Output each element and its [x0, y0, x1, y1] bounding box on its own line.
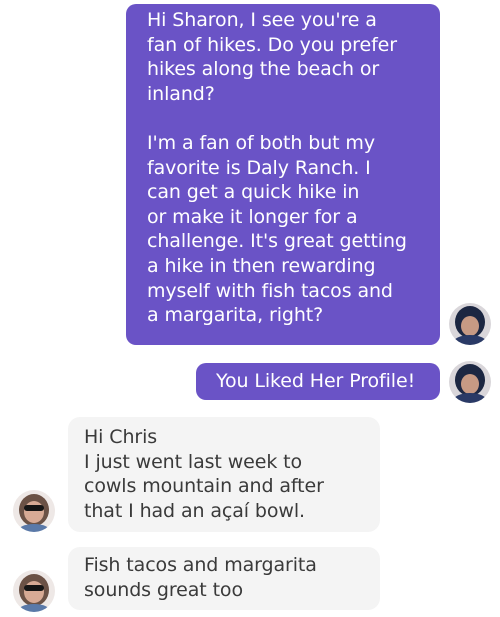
incoming-message-bubble[interactable]: Hi Chris I just went last week to cowls …	[68, 417, 380, 532]
sender-avatar[interactable]	[449, 303, 491, 345]
sender-avatar[interactable]	[449, 361, 491, 403]
match-avatar[interactable]	[13, 570, 55, 612]
match-avatar[interactable]	[13, 490, 55, 532]
message-text: Hi Chris I just went last week to cowls …	[84, 426, 324, 522]
message-thread: Hi Sharon, I see you're a fan of hikes. …	[0, 0, 500, 617]
outgoing-message-bubble[interactable]: Hi Sharon, I see you're a fan of hikes. …	[126, 4, 440, 345]
liked-profile-bubble[interactable]: You Liked Her Profile!	[196, 363, 440, 400]
incoming-message-bubble[interactable]: Fish tacos and margarita sounds great to…	[68, 547, 380, 610]
message-text: Hi Sharon, I see you're a fan of hikes. …	[147, 9, 407, 327]
message-text: Fish tacos and margarita sounds great to…	[84, 554, 317, 601]
message-text: You Liked Her Profile!	[216, 370, 416, 392]
